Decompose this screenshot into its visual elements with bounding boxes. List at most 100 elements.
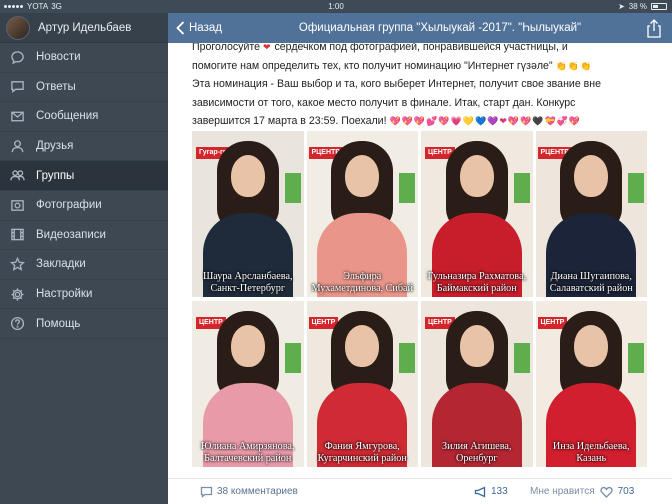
sidebar-item-label[interactable]: Группы [36, 170, 74, 182]
sidebar-item-label[interactable]: Настройки [36, 288, 92, 300]
sidebar: Артур Идельбаев Новости Ответы Сообщения Др… [0, 13, 168, 504]
back-button[interactable]: Назад [176, 13, 222, 43]
clap-emoji: 👏👏👏 [555, 60, 593, 71]
sidebar-item-groups[interactable]: Группы [0, 161, 168, 191]
battery-percent: 38 % [628, 2, 647, 11]
sidebar-item-label[interactable]: Сообщения [36, 110, 98, 122]
photo-caption: Гульназира Рахматова, Баймакский район [427, 271, 527, 294]
clock: 1:00 [328, 2, 344, 11]
sidebar-item-label[interactable]: Закладки [36, 258, 86, 270]
sidebar-item-photos[interactable]: Фотографии [0, 191, 168, 221]
sidebar-item-settings[interactable]: Настройки [0, 280, 168, 310]
post-line: помогите нам определить тех, кто получит… [192, 57, 662, 76]
photo-caption: Зилия Агишева, Оренбург [442, 441, 512, 464]
contestant-photo[interactable]: Гугар-грудникШаура Арсланбаева, Санкт-Пе… [192, 131, 304, 297]
battery-icon [651, 3, 667, 10]
photos-icon [9, 197, 25, 213]
status-right: ➤ 38 % [618, 0, 667, 13]
messages-icon [9, 108, 25, 124]
backdrop-banner [513, 343, 530, 373]
sidebar-item-label[interactable]: Друзья [36, 140, 73, 152]
post-line: завершится 17 марта в 23:59. Поехали! 💖💖… [192, 112, 662, 131]
chevron-left-icon [176, 21, 185, 35]
contestant-photo[interactable]: ЦЕНТР Зилия Агишева, Оренбург [421, 301, 533, 467]
like-button[interactable]: Мне нравится 703 [530, 479, 634, 504]
face [230, 325, 265, 367]
contestant-photo[interactable]: ЦЕНТР Фания Ямгурова, Кугарчинский район [306, 301, 418, 467]
photo-caption: Инза Идельбаева, Казань [552, 441, 630, 464]
photo-caption: Диана Шугаипова, Салаватский район [549, 271, 633, 294]
help-icon [9, 316, 25, 332]
face [230, 155, 265, 197]
backdrop-banner [513, 173, 530, 203]
settings-icon [9, 286, 25, 302]
back-label[interactable]: Назад [189, 22, 222, 34]
sidebar-item-news[interactable]: Новости [0, 43, 168, 73]
comment-icon [200, 486, 213, 498]
post-content: Проголосуйте ❤ сердечком под фотографией… [168, 43, 672, 504]
face [459, 325, 494, 367]
backdrop-banner [284, 343, 301, 373]
face [574, 325, 609, 367]
sidebar-item-help[interactable]: Помощь [0, 309, 168, 339]
profile-row[interactable]: Артур Идельбаев [0, 13, 168, 43]
post-footer: 38 комментариев 133 Мне нравится 703 [168, 478, 672, 504]
contestant-photo[interactable]: РЦЕНТР Эльфира Мухаметдинова, Сибай [306, 131, 418, 297]
sidebar-item-replies[interactable]: Ответы [0, 73, 168, 103]
shares-count[interactable]: 133 [491, 479, 508, 504]
sidebar-item-friends[interactable]: Друзья [0, 132, 168, 162]
contestant-photo[interactable]: РЦЕНТР Диана Шугаипова, Салаватский район [535, 131, 647, 297]
friends-icon [9, 138, 25, 154]
likes-count[interactable]: 703 [618, 479, 635, 504]
contestant-photo[interactable]: ЦЕНТР Гульназира Рахматова, Баймакский ра… [421, 131, 533, 297]
post-line: зависимости от того, какое место получит… [192, 96, 576, 109]
profile-name[interactable]: Артур Идельбаев [38, 22, 131, 34]
sidebar-item-label[interactable]: Видеозаписи [36, 229, 106, 241]
post-text-fragment: завершится 17 марта в 23:59. Поехали! [192, 115, 387, 127]
backdrop-banner [628, 343, 644, 373]
face [574, 155, 609, 197]
heart-icon [599, 486, 613, 498]
sidebar-menu: Новости Ответы Сообщения Друзья Группы Фотогр… [0, 43, 168, 339]
news-icon [9, 49, 25, 65]
sidebar-item-bookmarks[interactable]: Закладки [0, 250, 168, 280]
megaphone-icon [474, 486, 486, 498]
backdrop-banner [284, 173, 301, 203]
post-line: Проголосуйте ❤ сердечком под фотографией… [192, 43, 662, 57]
like-label[interactable]: Мне нравится [530, 479, 595, 504]
heart-emoji: ❤ [262, 43, 272, 52]
sidebar-item-videos[interactable]: Видеозаписи [0, 221, 168, 251]
sidebar-item-messages[interactable]: Сообщения [0, 102, 168, 132]
contestant-photo[interactable]: ЦЕНТР Инза Идельбаева, Казань [535, 301, 647, 467]
avatar[interactable] [6, 15, 30, 40]
contestant-photo[interactable]: ЦЕНТР Юлиана Амирзянова, Балтачевский рай… [192, 301, 304, 467]
post-text-fragment: сердечком под фотографией, понравившейся… [274, 43, 568, 53]
share-button[interactable]: 133 [474, 479, 508, 504]
status-bar: YOTA 3G 1:00 ➤ 38 % [0, 0, 672, 13]
sidebar-item-label[interactable]: Ответы [36, 81, 76, 93]
face [459, 155, 494, 197]
sidebar-item-label[interactable]: Помощь [36, 318, 80, 330]
post-text: Проголосуйте ❤ сердечком под фотографией… [192, 43, 662, 131]
header-bar: Назад Официальная группа "Хылыукай -2017… [168, 13, 672, 43]
sidebar-item-label[interactable]: Новости [36, 51, 81, 63]
hearts-emoji-row: 💖💖💖💕💖💗💛💙💜❤💖💖🖤💝💞💖 [389, 116, 582, 126]
page-title: Официальная группа "Хылыукай -2017". "Һы… [298, 22, 582, 34]
post-line: Эта номинация - Ваш выбор и та, кого выб… [192, 78, 602, 90]
comments-button[interactable]: 38 комментариев [200, 479, 298, 504]
videos-icon [9, 227, 25, 243]
sidebar-item-label[interactable]: Фотографии [36, 199, 102, 211]
share-icon[interactable] [646, 19, 662, 38]
comments-count[interactable]: 38 комментариев [217, 479, 298, 504]
photo-caption: Юлиана Амирзянова, Балтачевский район [201, 441, 295, 464]
replies-icon [9, 79, 25, 95]
backdrop-banner [399, 343, 415, 373]
backdrop-banner [399, 173, 415, 203]
face [345, 155, 380, 197]
photo-caption: Эльфира Мухаметдинова, Сибай [311, 271, 414, 294]
backdrop-banner [628, 173, 644, 203]
photo-grid: Гугар-грудникШаура Арсланбаева, Санкт-Пе… [192, 131, 648, 467]
post-text-fragment: помогите нам определить тех, кто получит… [192, 59, 553, 72]
bookmarks-icon [9, 256, 25, 272]
location-icon: ➤ [618, 2, 625, 11]
